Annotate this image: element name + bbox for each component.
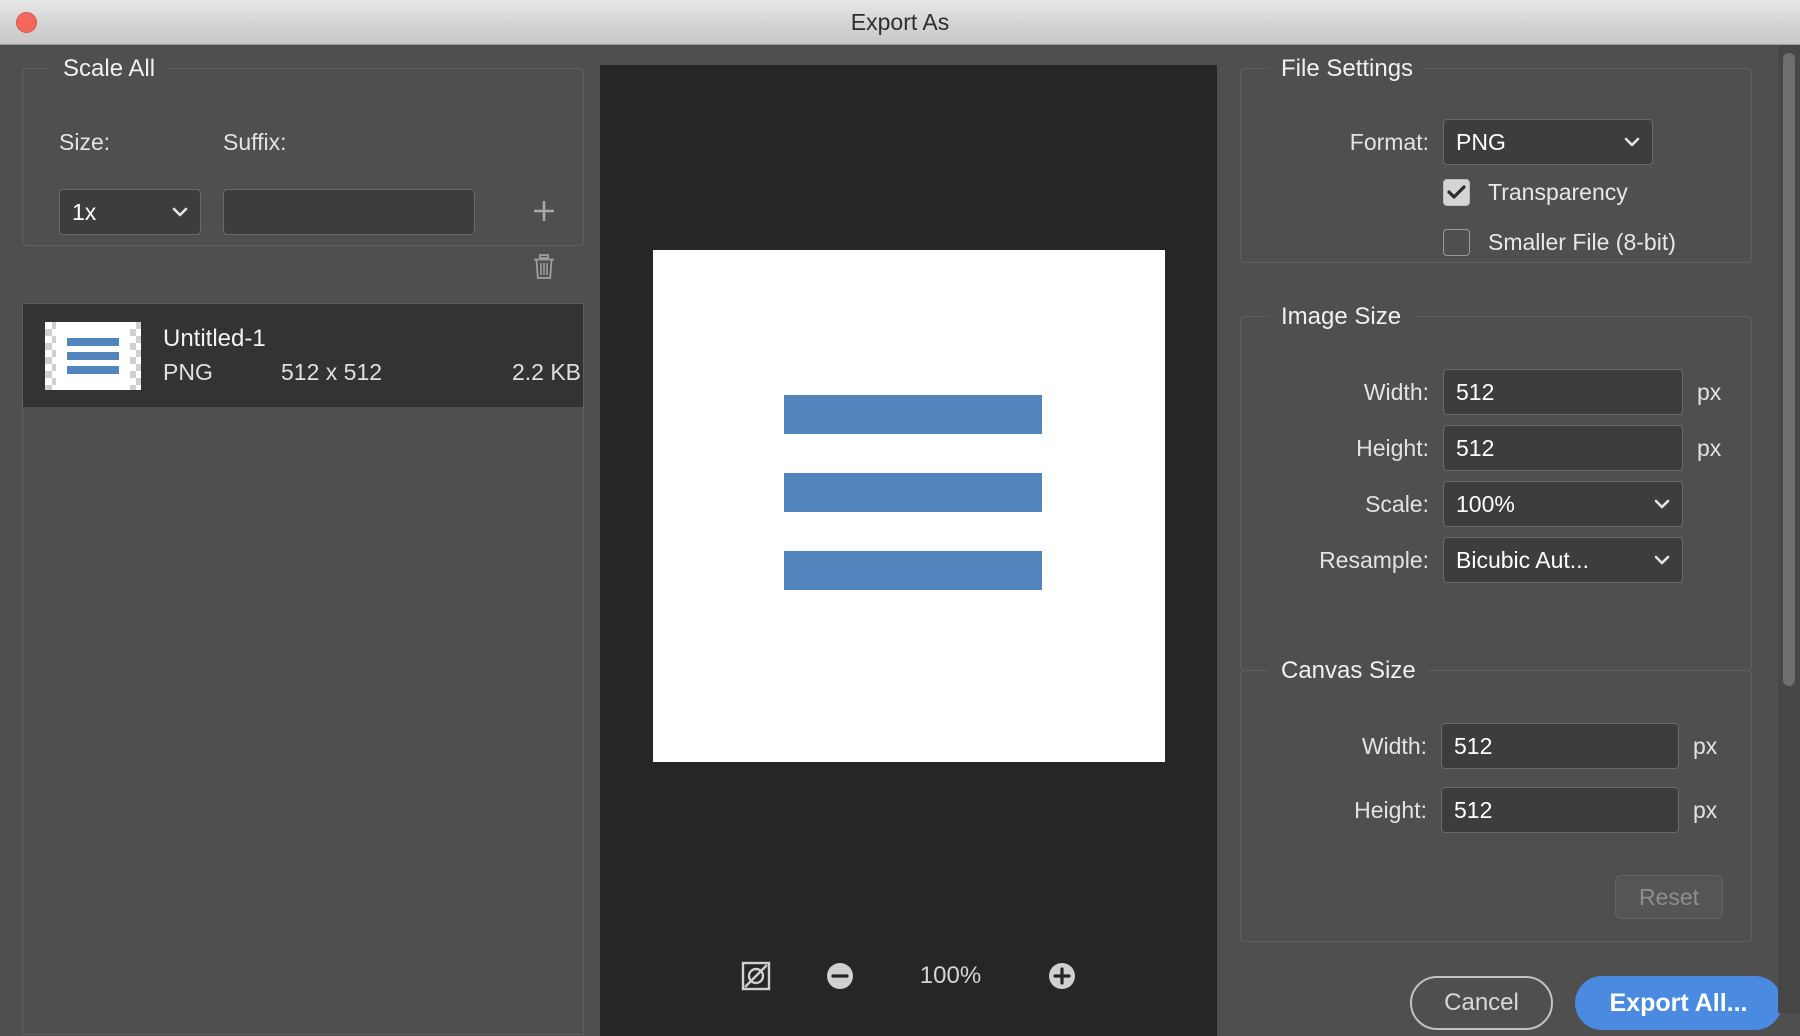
dialog-body: Scale All Size: Suffix: 1x Untitled-1 PN… — [0, 45, 1800, 1036]
canvas-width-unit: px — [1693, 732, 1718, 759]
image-scale-value: 100% — [1456, 490, 1515, 517]
image-height-input[interactable] — [1443, 425, 1683, 471]
file-meta: Untitled-1 PNG 512 x 512 2.2 KB — [163, 325, 581, 386]
export-all-button[interactable]: Export All... — [1575, 976, 1782, 1030]
export-file-list[interactable]: Untitled-1 PNG 512 x 512 2.2 KB — [22, 303, 584, 1035]
plus-circle-icon[interactable] — [1047, 961, 1077, 991]
image-width-label: Width: — [1363, 378, 1429, 405]
canvas-width-input[interactable] — [1441, 723, 1679, 769]
preview-pane: 100% — [600, 65, 1217, 1036]
transparency-label: Transparency — [1488, 179, 1628, 205]
image-size-group: Image Size Width: px Height: px Scale: 1… — [1240, 303, 1752, 671]
preview-bar — [784, 473, 1042, 512]
preview-canvas — [653, 250, 1165, 762]
canvas-width-label: Width: — [1361, 732, 1427, 759]
file-name: Untitled-1 — [163, 325, 266, 352]
image-resample-value: Bicubic Aut... — [1456, 546, 1589, 573]
image-resample-label: Resample: — [1319, 546, 1429, 573]
canvas-height-input[interactable] — [1441, 787, 1679, 833]
chevron-down-icon — [1624, 137, 1640, 147]
reset-button[interactable]: Reset — [1615, 875, 1723, 919]
scale-size-value: 1x — [72, 198, 97, 225]
file-size: 2.2 KB — [511, 359, 581, 385]
format-label: Format: — [1349, 128, 1429, 155]
transparency-checkbox[interactable] — [1443, 179, 1470, 206]
scrollbar-track[interactable] — [1778, 45, 1800, 1013]
zoom-level: 100% — [919, 962, 982, 989]
image-width-input[interactable] — [1443, 369, 1683, 415]
smaller-file-checkbox[interactable] — [1443, 229, 1470, 256]
preview-bar — [784, 395, 1042, 434]
thumbnail-bar — [67, 337, 119, 346]
chevron-down-icon — [1654, 499, 1670, 509]
scrollbar-thumb[interactable] — [1783, 53, 1795, 686]
canvas-size-group: Canvas Size Width: px Height: px Reset — [1240, 657, 1752, 942]
image-height-unit: px — [1697, 434, 1722, 461]
check-icon — [1447, 185, 1466, 199]
title-bar: Export As — [0, 0, 1800, 45]
image-height-label: Height: — [1356, 434, 1429, 461]
suffix-input[interactable] — [223, 189, 475, 235]
canvas-size-group-title: Canvas Size — [1269, 657, 1428, 685]
image-resample-select[interactable]: Bicubic Aut... — [1443, 537, 1683, 583]
thumbnail-bar — [67, 365, 119, 374]
image-width-unit: px — [1697, 378, 1722, 405]
suffix-label: Suffix: — [223, 129, 287, 155]
chevron-down-icon — [1654, 555, 1670, 565]
size-label: Size: — [59, 129, 111, 155]
thumbnail-bar — [67, 351, 119, 360]
image-scale-select[interactable]: 100% — [1443, 481, 1683, 527]
trash-icon[interactable] — [531, 253, 557, 281]
smaller-file-checkbox-row[interactable]: Smaller File (8-bit) — [1443, 229, 1676, 256]
chevron-down-icon — [172, 207, 188, 217]
scale-all-group-title: Scale All — [51, 55, 168, 83]
plus-icon[interactable] — [532, 199, 556, 223]
minus-circle-icon[interactable] — [825, 961, 855, 991]
file-settings-group: File Settings Format: PNG Transparency S… — [1240, 55, 1752, 263]
preview-zoom-toolbar: 100% — [600, 961, 1217, 991]
format-value: PNG — [1456, 128, 1506, 155]
image-scale-label: Scale: — [1365, 490, 1429, 517]
fit-to-screen-icon[interactable] — [741, 961, 771, 991]
file-format: PNG — [163, 359, 213, 385]
canvas-height-unit: px — [1693, 796, 1718, 823]
image-size-group-title: Image Size — [1269, 303, 1414, 331]
cancel-button[interactable]: Cancel — [1410, 976, 1553, 1030]
file-settings-group-title: File Settings — [1269, 55, 1426, 83]
file-dimensions: 512 x 512 — [281, 359, 383, 385]
scale-all-group: Scale All Size: Suffix: 1x — [22, 55, 584, 279]
transparency-checkbox-row[interactable]: Transparency — [1443, 179, 1628, 206]
list-item[interactable]: Untitled-1 PNG 512 x 512 2.2 KB — [23, 304, 583, 407]
canvas-height-label: Height: — [1354, 796, 1427, 823]
smaller-file-label: Smaller File (8-bit) — [1488, 229, 1676, 255]
preview-bar — [784, 551, 1042, 590]
format-select[interactable]: PNG — [1443, 119, 1653, 165]
page-title: Export As — [850, 9, 950, 35]
scale-size-select[interactable]: 1x — [59, 189, 201, 235]
file-thumbnail — [45, 321, 141, 390]
